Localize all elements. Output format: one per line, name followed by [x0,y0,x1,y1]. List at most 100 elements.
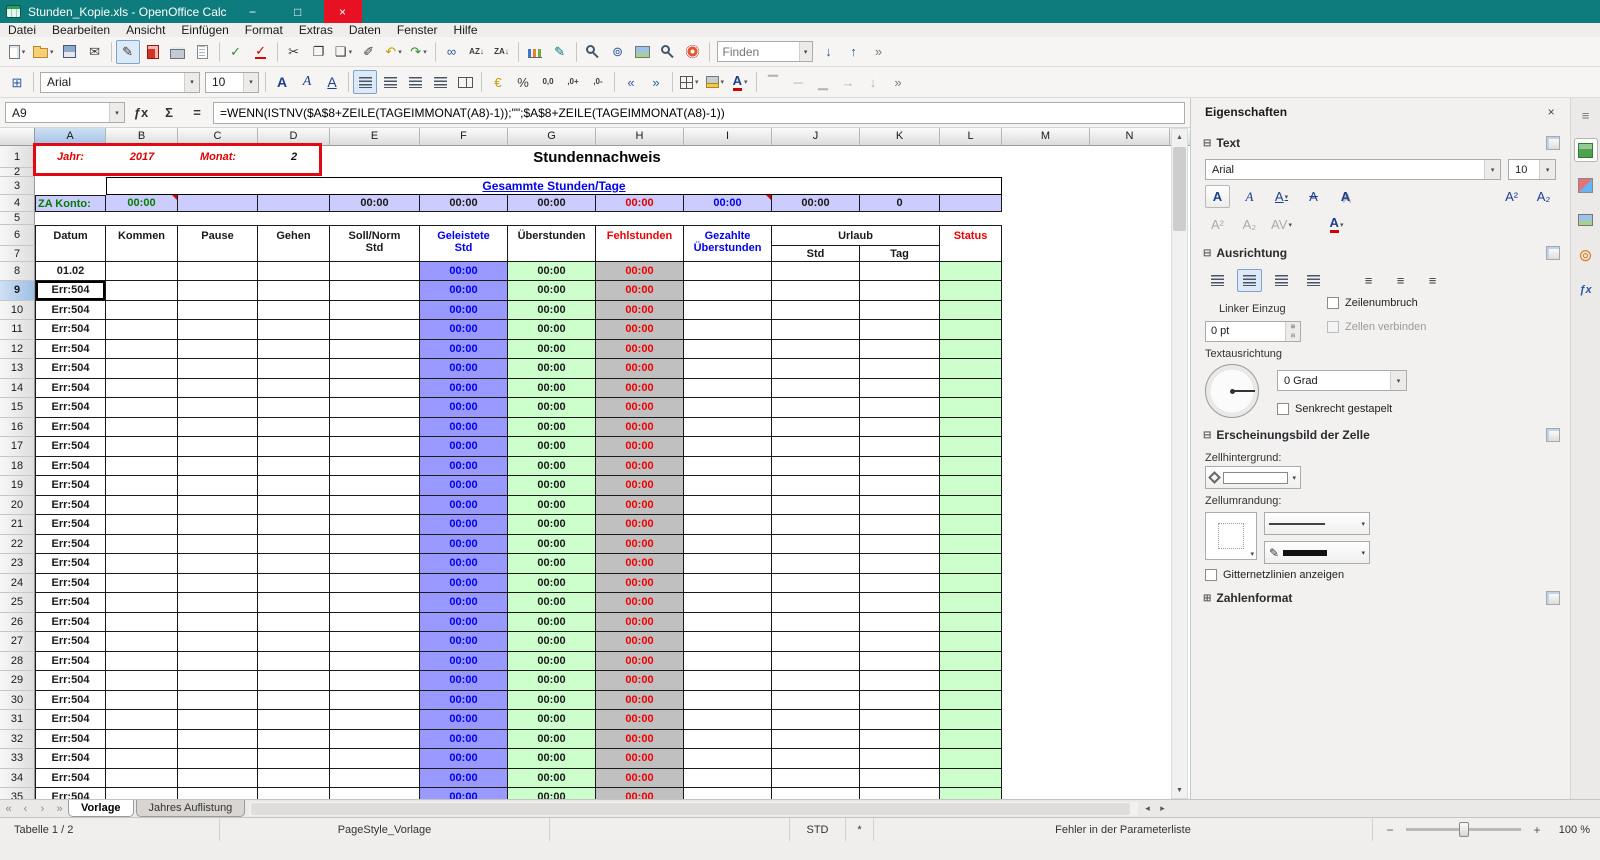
menu-daten[interactable]: Daten [341,21,389,39]
navigator-icon[interactable]: ⊚ [606,40,630,64]
sidebar-font-size-combo[interactable]: 10 ▾ [1508,159,1557,180]
cell-geleistete[interactable]: 00:00 [420,729,508,749]
cell-geleistete[interactable]: 00:00 [420,534,508,554]
cell-pause[interactable] [178,573,258,593]
cell-soll[interactable] [330,671,420,691]
row-header[interactable]: 8 [0,262,35,281]
zoom-icon[interactable] [656,40,680,64]
cell-urlaub-std[interactable] [772,417,860,437]
menu-bearbeiten[interactable]: Bearbeiten [44,21,118,39]
header-ueberstunden[interactable]: Überstunden [508,225,596,262]
cell-kommen[interactable] [106,437,178,457]
cell-sum-soll[interactable]: 00:00 [330,195,420,212]
column-header-d[interactable]: D [258,128,330,146]
row-header[interactable]: 15 [0,398,35,418]
cell-urlaub-tag[interactable] [860,437,940,457]
cell-geleistete[interactable]: 00:00 [420,749,508,769]
cell-jahr-label[interactable]: Jahr: [35,146,106,168]
cell-datum[interactable]: Err:504 [35,710,106,730]
toolbar-overflow-button[interactable]: » [886,70,910,94]
cell-fehlstunden[interactable]: 00:00 [596,749,684,769]
cell-kommen[interactable] [106,710,178,730]
status-page-style[interactable]: PageStyle_Vorlage [220,818,550,841]
last-sheet-button[interactable]: » [51,801,68,817]
add-decimal-icon[interactable]: ,0+ [561,70,585,94]
underline-icon[interactable]: A [320,70,344,94]
superscript-button[interactable]: A² [1499,185,1524,208]
cell-kommen[interactable] [106,632,178,652]
currency-format-icon[interactable]: € [486,70,510,94]
cell-urlaub-tag[interactable] [860,262,940,281]
cell-gehen[interactable] [258,573,330,593]
cell-status[interactable] [940,515,1002,535]
cell-urlaub-tag[interactable] [860,554,940,574]
cell-urlaub-std[interactable] [772,456,860,476]
cell-sum-gezahlte[interactable]: 00:00 [684,195,772,212]
cell-gehen[interactable] [258,534,330,554]
cell-datum[interactable]: Err:504 [35,437,106,457]
open-folder-icon[interactable] [30,40,57,64]
cell-datum[interactable]: Err:504 [35,378,106,398]
cell-kommen[interactable] [106,456,178,476]
cell-status[interactable] [940,768,1002,788]
cell-kommen[interactable] [106,612,178,632]
sheet-title[interactable]: Stundennachweis [420,146,774,168]
sort-ascending-icon[interactable]: AZ↓ [465,40,489,64]
spin-down-icon[interactable]: ⊟ [1286,331,1300,341]
cell-urlaub-std[interactable] [772,573,860,593]
row-header[interactable]: 12 [0,339,35,359]
find-replace-icon[interactable] [581,40,605,64]
cell-ueberstunden[interactable]: 00:00 [508,398,596,418]
cell-gehen[interactable] [258,281,330,301]
cell-gehen[interactable] [258,262,330,281]
cell-status[interactable] [940,417,1002,437]
cell-geleistete[interactable]: 00:00 [420,690,508,710]
row-header[interactable]: 27 [0,632,35,652]
row-header[interactable]: 32 [0,729,35,749]
cell-soll[interactable] [330,515,420,535]
row-header[interactable]: 10 [0,300,35,320]
align-bottom-button[interactable]: ≡ [1420,269,1445,292]
minimize-button[interactable]: − [234,0,272,23]
cell-pause[interactable] [178,729,258,749]
cell-gehen[interactable] [258,651,330,671]
cell-datum[interactable]: Err:504 [35,359,106,379]
cell-gehen[interactable] [258,671,330,691]
header-soll-norm-std[interactable]: Soll/Norm Std [330,225,420,262]
row-header[interactable]: 19 [0,476,35,496]
row-header[interactable]: 16 [0,417,35,437]
cell-gezahlte[interactable] [684,632,772,652]
cell-urlaub-tag[interactable] [860,300,940,320]
cell-status[interactable] [940,554,1002,574]
more-options-icon[interactable] [1546,246,1561,260]
chevron-down-icon[interactable]: ▾ [1539,160,1556,179]
cell-pause[interactable] [178,632,258,652]
cell-kommen[interactable] [106,749,178,769]
expand-icon[interactable]: ⊞ [1203,593,1211,604]
increase-indent-icon[interactable]: » [644,70,668,94]
cell-geleistete[interactable]: 00:00 [420,456,508,476]
cell-datum[interactable]: Err:504 [35,281,106,301]
cell-gezahlte[interactable] [684,788,772,799]
cell-ueberstunden[interactable]: 00:00 [508,573,596,593]
cell-kommen[interactable] [106,534,178,554]
sheet-tab-vorlage[interactable]: Vorlage [68,800,134,817]
cell-soll[interactable] [330,768,420,788]
cell-datum[interactable]: Err:504 [35,398,106,418]
cell-urlaub-tag[interactable] [860,710,940,730]
cell-geleistete[interactable]: 00:00 [420,300,508,320]
menu-format[interactable]: Format [237,21,291,39]
delete-decimal-icon[interactable]: ,0- [586,70,610,94]
row-header[interactable]: 20 [0,495,35,515]
cell-pause[interactable] [178,495,258,515]
cell-soll[interactable] [330,320,420,340]
cell-gezahlte[interactable] [684,495,772,515]
cell-fehlstunden[interactable]: 00:00 [596,788,684,799]
show-gridlines-checkbox[interactable]: Gitternetzlinien anzeigen [1205,569,1344,581]
cell-fehlstunden[interactable]: 00:00 [596,534,684,554]
cell-gehen[interactable] [258,593,330,613]
functions-tab-icon[interactable]: ƒx [1574,278,1598,302]
scrollbar-thumb[interactable] [251,802,1130,815]
cell-datum[interactable]: Err:504 [35,671,106,691]
cell-status[interactable] [940,593,1002,613]
